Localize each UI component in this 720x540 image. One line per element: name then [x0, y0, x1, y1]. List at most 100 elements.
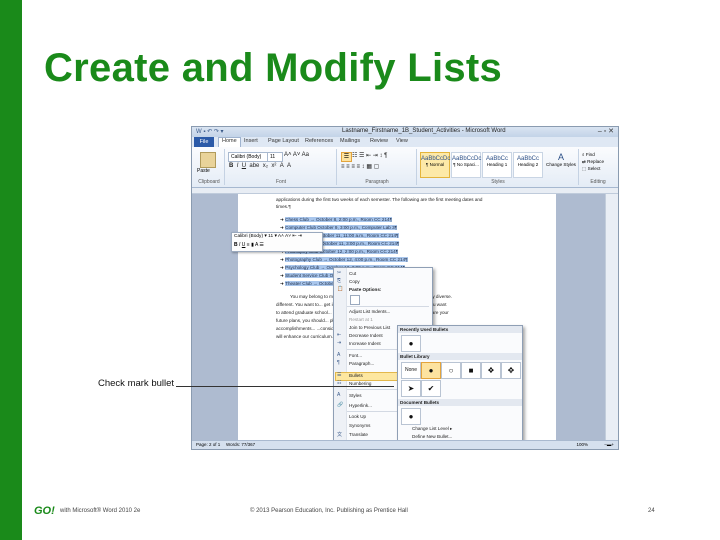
list-item-text: Computer Club October 9, 3:00 p.m., Comp…: [285, 225, 398, 230]
slide-sidebar-bar: [0, 0, 22, 540]
change-styles-button[interactable]: A Change Styles: [546, 152, 576, 167]
paragraph-group: ☰ ☷ ☰ ⇤ ⇥ ↕ ¶ ≡ ≡ ≡ ≡ ↕ ▦ ▢ Paragraph: [338, 149, 417, 185]
go-logo: GO!: [34, 505, 55, 517]
list-item-text: Photography Club → October 12, 4:00 p.m.…: [285, 257, 408, 262]
doc-line-1: applications during the first two weeks …: [276, 197, 483, 202]
mini-toolbar-row1: Calibri (Body) ▾ 11 ▾ A˄ A˅ ⇤ ⇥: [234, 234, 302, 239]
style-heading-1[interactable]: AaBbCc Heading 1: [482, 152, 512, 178]
bullet-arrow[interactable]: ➤: [401, 380, 421, 397]
style-normal[interactable]: AaBbCcDc ¶ Normal: [420, 152, 450, 178]
select-label: Select: [587, 166, 601, 171]
document-bullet-round[interactable]: ●: [401, 408, 421, 425]
style-no-spacing[interactable]: AaBbCcDc ¶ No Spaci...: [451, 152, 481, 178]
select-button[interactable]: ⬚ Select: [582, 165, 604, 172]
font-name-box[interactable]: Calibri (Body): [228, 152, 268, 162]
vertical-scrollbar[interactable]: [605, 194, 618, 441]
replace-label: Replace: [587, 159, 604, 164]
change-list-level-item[interactable]: Change List Level ▸: [412, 426, 452, 432]
menu-item-translate[interactable]: Translate: [349, 432, 368, 437]
list-item[interactable]: ➜ Photography Club → October 12, 4:00 p.…: [280, 257, 408, 263]
menu-item-bullets[interactable]: Bullets: [349, 373, 363, 378]
paragraph-group-label: Paragraph: [365, 179, 389, 185]
list-item-text: Chess Club → October 8, 2:00 p.m., Room …: [285, 217, 393, 222]
list-item[interactable]: ➜ Chess Club → October 8, 2:00 p.m., Roo…: [280, 217, 393, 223]
mini-font-name[interactable]: Calibri (Body): [234, 234, 263, 239]
editing-items: ⌕ Find ⇄ Replace ⬚ Select: [582, 151, 604, 172]
find-label: Find: [585, 152, 595, 157]
menu-item-adjust-indents[interactable]: Adjust List Indents...: [349, 309, 390, 314]
tab-references[interactable]: References: [305, 138, 333, 144]
menu-item-font[interactable]: Font...: [349, 353, 362, 358]
status-page[interactable]: Page: 2 of 1: [196, 441, 220, 449]
menu-item-hyperlink[interactable]: Hyperlink...: [349, 403, 372, 408]
word-titlebar: W ▪ ↶ ↷ ▾ Lastname_Firstname_1B_Student_…: [192, 127, 618, 137]
menu-item-increase-indent[interactable]: Increase Indent: [349, 341, 381, 346]
font-format-buttons[interactable]: B I U abe x₂ x² A A: [229, 163, 291, 169]
cut-icon: ✂: [337, 270, 342, 276]
window-controls[interactable]: – ▫ ✕: [598, 127, 614, 135]
paragraph-icon: ¶: [337, 360, 340, 366]
bullet-round[interactable]: ●: [421, 362, 441, 379]
bullet-square[interactable]: ■: [461, 362, 481, 379]
editing-group: ⌕ Find ⇄ Replace ⬚ Select Editing: [580, 149, 616, 185]
doc-paragraph-line: will enhance our curriculum...: [276, 334, 336, 339]
doc-line-2: times.¶: [276, 204, 291, 209]
document-bullets-header: Document Bullets: [398, 399, 522, 406]
status-words[interactable]: Words: 77/367: [226, 441, 255, 449]
grow-shrink-font-icons[interactable]: A˄ A˅ Aa: [284, 152, 309, 158]
define-new-bullet-item[interactable]: Define New Bullet...: [412, 434, 452, 439]
bullet-check-mark[interactable]: ✔: [421, 380, 441, 397]
tab-page-layout[interactable]: Page Layout: [268, 138, 299, 144]
recent-bullets-header: Recently Used Bullets: [398, 326, 522, 333]
quick-access-toolbar[interactable]: W ▪ ↶ ↷ ▾: [196, 128, 224, 135]
find-button[interactable]: ⌕ Find: [582, 151, 604, 158]
tab-file[interactable]: File: [194, 137, 214, 147]
mini-font-size[interactable]: 11: [268, 234, 273, 239]
decrease-indent-icon: ⇤: [337, 332, 342, 338]
paste-icon[interactable]: [200, 152, 216, 168]
menu-item-join-list[interactable]: Join to Previous List: [349, 325, 390, 330]
mini-toolbar-row2: B I U ≡ ▮ A ☰: [234, 242, 264, 248]
tab-review[interactable]: Review: [370, 138, 388, 144]
bullet-library-header: Bullet Library: [398, 353, 522, 360]
alignment-buttons[interactable]: ≡ ≡ ≡ ≡ ↕ ▦ ▢: [341, 163, 379, 170]
zoom-slider[interactable]: –▬+: [604, 441, 614, 449]
list-buttons[interactable]: ☷ ☰ ⇤ ⇥ ↕ ¶: [352, 152, 387, 159]
bullet-flower[interactable]: ✥: [501, 362, 521, 379]
paste-button[interactable]: Paste: [197, 168, 210, 174]
window-title: Lastname_Firstname_1B_Student_Activities…: [342, 128, 506, 134]
menu-item-paragraph[interactable]: Paragraph...: [349, 361, 374, 366]
tab-view[interactable]: View: [396, 138, 408, 144]
tab-mailings[interactable]: Mailings: [340, 138, 360, 144]
translate-icon: 文: [337, 432, 343, 438]
bullets-button[interactable]: ☰: [341, 152, 352, 162]
styles-icon: A: [337, 392, 341, 398]
menu-item-paste-options: Paste Options:: [349, 287, 382, 292]
menu-item-synonyms[interactable]: Synonyms: [349, 423, 370, 428]
editing-group-label: Editing: [590, 179, 606, 185]
font-size-box[interactable]: 11: [267, 152, 283, 162]
list-item[interactable]: ➜ Computer Club October 9, 3:00 p.m., Co…: [280, 225, 398, 231]
paste-keep-text-icon[interactable]: [350, 295, 360, 305]
increase-indent-icon: ⇥: [337, 340, 342, 346]
menu-item-styles[interactable]: Styles: [349, 393, 362, 398]
menu-item-copy[interactable]: Copy: [349, 279, 360, 284]
menu-item-cut[interactable]: Cut: [349, 271, 356, 276]
menu-item-look-up[interactable]: Look Up: [349, 414, 366, 419]
tab-home[interactable]: Home: [218, 137, 241, 147]
tab-insert[interactable]: Insert: [244, 138, 258, 144]
recent-bullet-round[interactable]: ●: [401, 335, 421, 352]
bullet-hollow-circle[interactable]: ○: [441, 362, 461, 379]
bullet-diamond[interactable]: ❖: [481, 362, 501, 379]
status-bar: Page: 2 of 1 Words: 77/367 100% –▬+: [192, 440, 618, 449]
clipboard-group-label: Clipboard: [198, 179, 220, 185]
font-group-label: Font: [275, 179, 286, 185]
callout-leader-line: [176, 386, 394, 387]
replace-button[interactable]: ⇄ Replace: [582, 158, 604, 165]
bullet-none[interactable]: None: [401, 362, 421, 379]
style-heading-2[interactable]: AaBbCc Heading 2: [513, 152, 543, 178]
status-zoom[interactable]: 100%: [576, 441, 588, 449]
menu-item-decrease-indent[interactable]: Decrease Indent: [349, 333, 383, 338]
ribbon-tabs: File Home Insert Page Layout References …: [192, 137, 618, 147]
mini-toolbar[interactable]: Calibri (Body) ▾ 11 ▾ A˄ A˅ ⇤ ⇥ B I U ≡ …: [231, 232, 323, 252]
